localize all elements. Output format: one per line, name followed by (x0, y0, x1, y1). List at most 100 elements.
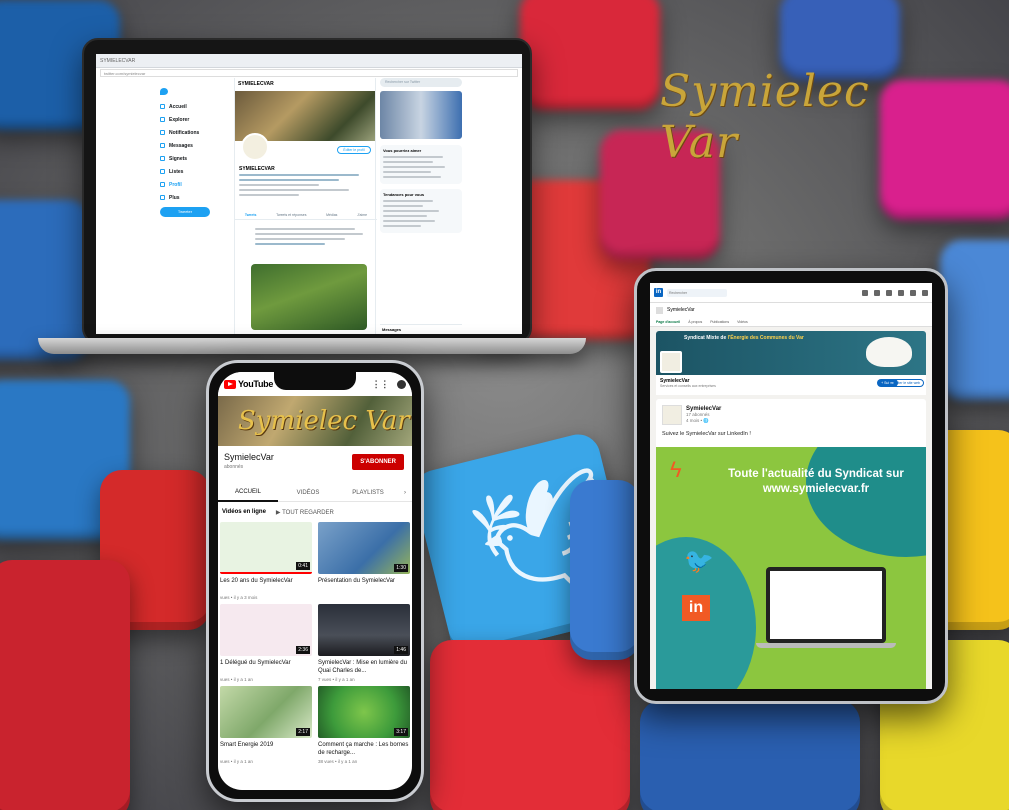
tab-media[interactable]: Médias (326, 213, 337, 217)
nav-profile[interactable]: Profil (160, 181, 226, 188)
browser-tab[interactable]: SYMIELECVAR (96, 54, 522, 68)
grid-icon[interactable]: ⋮⋮ (372, 379, 390, 390)
play-all-button[interactable]: ▶ TOUT REGARDER (276, 509, 334, 516)
video-card[interactable]: 3:17 Comment ça marche : Les bornes de r… (318, 686, 410, 764)
twitter-icon: 🐦 (684, 548, 714, 575)
video-thumbnail[interactable]: 1:30 (318, 522, 410, 574)
page-name: SymielecVar (667, 307, 695, 313)
video-card[interactable]: 2:17 Smart Energie 2019 vues • il y a 1 … (220, 686, 312, 764)
linkedin-logo-icon[interactable]: in (654, 288, 663, 297)
media-grid[interactable] (380, 91, 462, 139)
list-icon (160, 169, 165, 174)
video-thumbnail[interactable]: 1:46 (318, 604, 410, 656)
video-card[interactable]: 2:36 1 Délégué du SymielecVar vues • il … (220, 604, 312, 682)
video-duration: 1:46 (394, 646, 408, 654)
video-meta: vues • il y a 1 an (220, 759, 253, 764)
tweet-photo[interactable] (251, 264, 367, 330)
globe-icon: 🌐 (703, 418, 709, 423)
twitter-logo-icon[interactable] (160, 88, 168, 95)
banner-text: Symielec Var (238, 406, 410, 436)
tab-videos[interactable]: Vidéos (737, 320, 748, 324)
nav-label: Profil (169, 181, 182, 188)
tab-about[interactable]: À propos (688, 320, 702, 324)
search-input[interactable]: Rechercher sur Twitter (380, 78, 462, 87)
profile-tabs: Tweets Tweets et réponses Médias J'aime (235, 210, 377, 220)
video-duration: 0:41 (296, 562, 310, 570)
avatar[interactable] (660, 351, 682, 373)
edit-profile-button[interactable]: Éditer le profil (337, 146, 371, 154)
tab-home[interactable]: ACCUEIL (218, 484, 278, 502)
tab-replies[interactable]: Tweets et réponses (276, 213, 306, 217)
tab-home[interactable]: Page d'accueil (656, 320, 680, 324)
logo-text: Symielec Var (660, 66, 870, 168)
post-image[interactable]: Toute l'actualité du Syndicat sur www.sy… (656, 447, 926, 689)
network-icon[interactable] (874, 289, 880, 296)
avatar[interactable] (922, 289, 928, 296)
nav-bookmarks[interactable]: Signets (160, 155, 226, 162)
lightning-icon: ϟ (670, 457, 682, 482)
video-card[interactable]: 1:30 Présentation du SymielecVar (318, 522, 410, 600)
tab-playlists[interactable]: PLAYLISTS (338, 485, 398, 501)
bg-tile (0, 200, 90, 360)
suggest-title: Vous pourriez aimer (383, 148, 422, 153)
page-title-bar: SymielecVar (650, 303, 932, 317)
nav-lists[interactable]: Listes (160, 168, 226, 175)
video-title[interactable]: Les 20 ans du SymielecVar (220, 577, 312, 593)
nav-label: Messages (169, 142, 193, 149)
cover-title-highlight: l'Énergie des Communes du Var (727, 335, 804, 341)
avatar[interactable] (662, 405, 682, 425)
tweet-button[interactable]: Tweeter (160, 207, 210, 217)
tab-likes[interactable]: J'aime (357, 213, 367, 217)
youtube-wordmark: YouTube (238, 379, 274, 389)
video-title[interactable]: Présentation du SymielecVar (318, 577, 410, 593)
video-title[interactable]: Smart Energie 2019 (220, 741, 312, 757)
avatar[interactable] (397, 379, 406, 389)
nav-messages[interactable]: Messages (160, 142, 226, 149)
nav-explore[interactable]: Explorer (160, 116, 226, 123)
nav-label: Listes (169, 168, 184, 175)
home-icon[interactable] (862, 289, 868, 296)
laptop-device: SYMIELECVAR twitter.com/symielecvar Accu… (82, 38, 532, 344)
chevron-right-icon[interactable]: › (398, 485, 412, 501)
subscribe-button[interactable]: S'ABONNER (352, 454, 404, 470)
nav-more[interactable]: Plus (160, 194, 226, 201)
nav-label: Signets (169, 155, 188, 162)
youtube-logo-icon[interactable] (224, 379, 236, 389)
video-title[interactable]: Comment ça marche : Les bornes de rechar… (318, 741, 410, 757)
video-thumbnail[interactable]: 0:41 (220, 522, 312, 574)
video-thumbnail[interactable]: 2:17 (220, 686, 312, 738)
page-tabs: Page d'accueil À propos Publications Vid… (650, 317, 932, 327)
messaging-icon[interactable] (898, 289, 904, 296)
tab-tweets[interactable]: Tweets (245, 213, 257, 217)
address-bar[interactable]: twitter.com/symielecvar (100, 69, 518, 77)
suggestions-box: Vous pourriez aimer (380, 145, 462, 184)
phone-notch (274, 372, 356, 390)
tablet-device: in Rechercher SymielecVar Page d'accueil… (634, 268, 948, 704)
laptop-base (38, 338, 586, 354)
search-input[interactable]: Rechercher (667, 288, 727, 297)
video-thumbnail[interactable]: 3:17 (318, 686, 410, 738)
profile-bio (239, 174, 369, 199)
twitter-sidebar: Accueil Explorer Notifications Messages … (160, 88, 226, 217)
avatar[interactable] (241, 133, 269, 161)
visit-website-button[interactable]: Visiter le site web (888, 379, 924, 387)
bg-tile (430, 640, 630, 810)
symielecvar-logo: Symielec Var (652, 48, 952, 168)
nav-notifications[interactable]: Notifications (160, 129, 226, 136)
tab-posts[interactable]: Publications (710, 320, 729, 324)
bg-tile (570, 480, 640, 660)
video-meta: vues • il y a 3 mois (220, 595, 258, 600)
more-icon (160, 195, 165, 200)
section-title: Vidéos en ligne (222, 509, 266, 515)
post-time-text: 4 mois • (686, 418, 703, 423)
video-card[interactable]: 0:41 Les 20 ans du SymielecVar vues • il… (220, 522, 312, 600)
video-card[interactable]: 1:46 SymielecVar : Mise en lumière du Qu… (318, 604, 410, 682)
tab-videos[interactable]: VIDÉOS (278, 485, 338, 501)
video-title[interactable]: 1 Délégué du SymielecVar (220, 659, 312, 675)
nav-home[interactable]: Accueil (160, 103, 226, 110)
video-title[interactable]: SymielecVar : Mise en lumière du Quai Ch… (318, 659, 410, 675)
video-thumbnail[interactable]: 2:36 (220, 604, 312, 656)
jobs-icon[interactable] (886, 289, 892, 296)
bell-icon[interactable] (910, 289, 916, 296)
messages-dock[interactable]: Messages (380, 324, 462, 334)
